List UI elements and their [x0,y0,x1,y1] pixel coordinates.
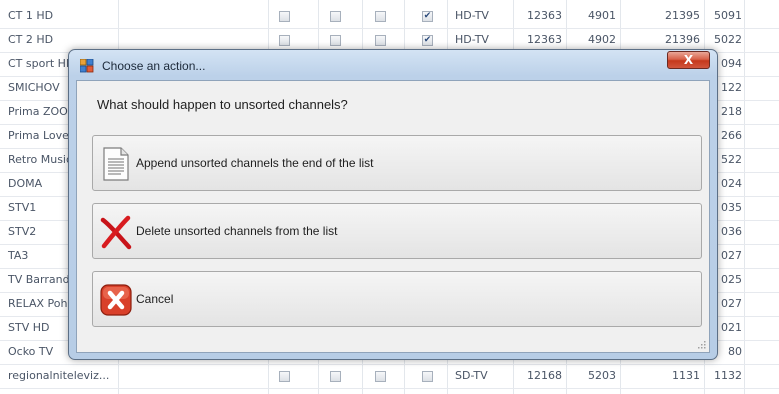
channel-name: Prima Love [8,129,69,142]
channel-cell: 21395 [665,9,700,22]
channel-name: STV1 [8,201,37,214]
document-icon [103,147,129,181]
channel-cell: 12168 [527,369,562,382]
channel-name: Prima ZOOM [8,105,78,118]
channel-row[interactable]: regionalniteleviz... SD-TV 12168 5203 1131 11… [0,365,779,389]
channel-cell: 1132 [714,369,742,382]
channel-checkbox[interactable] [279,11,290,22]
cancel-icon [100,284,132,316]
channel-cell: 5091 [714,9,742,22]
channel-name: SMICHOV [8,81,60,94]
dialog-body: What should happen to unsorted channels?… [76,80,710,353]
channel-checkbox[interactable] [279,371,290,382]
channel-cell: HD-TV [455,33,489,46]
resize-grip-icon[interactable] [696,339,706,349]
channel-checkbox[interactable] [375,371,386,382]
app-icon [80,59,94,73]
cancel-button[interactable]: Cancel [92,271,702,327]
channel-name: STV HD [8,321,50,334]
channel-cell: SD-TV [455,369,488,382]
channel-cell: 4901 [588,9,616,22]
channel-checkbox[interactable] [279,35,290,46]
channel-name: STV2 [8,225,37,238]
channel-checkbox[interactable] [375,35,386,46]
channel-checkbox[interactable] [330,35,341,46]
channel-checkbox[interactable] [422,371,433,382]
cancel-label: Cancel [136,292,174,306]
dialog-titlebar[interactable]: Choose an action... X [69,50,717,80]
append-unsorted-label: Append unsorted channels the end of the … [136,156,374,170]
channel-name: Retro Music [8,153,73,166]
channel-cell: 21396 [665,33,700,46]
channel-name: regionalniteleviz... [8,369,110,382]
channel-cell: 12363 [527,9,562,22]
channel-row[interactable]: CT 1 HD ✔ HD-TV 12363 4901 21395 5091 [0,5,779,29]
channel-checkbox[interactable]: ✔ [422,11,433,22]
channel-checkbox[interactable]: ✔ [422,35,433,46]
delete-unsorted-label: Delete unsorted channels from the list [136,224,338,238]
channel-name: TA3 [8,249,29,262]
channel-cell: 5022 [714,33,742,46]
channel-checkbox[interactable] [330,371,341,382]
channel-checkbox[interactable] [330,11,341,22]
channel-cell: 5203 [588,369,616,382]
channel-cell: 1131 [672,369,700,382]
red-x-icon [100,215,132,250]
channel-checkbox[interactable] [375,11,386,22]
channel-cell: HD-TV [455,9,489,22]
choose-action-dialog: Choose an action... X What should happen… [68,49,718,360]
channel-name: DOMA [8,177,43,190]
dialog-question: What should happen to unsorted channels? [97,97,348,112]
channel-name: CT 2 HD [8,33,54,46]
channel-name: CT 1 HD [8,9,54,22]
dialog-title: Choose an action... [102,59,206,73]
delete-unsorted-button[interactable]: Delete unsorted channels from the list [92,203,702,259]
channel-name: Ocko TV [8,345,54,358]
channel-name: CT sport HD [8,57,75,70]
channel-cell: 4902 [588,33,616,46]
channel-cell: 12363 [527,33,562,46]
append-unsorted-button[interactable]: Append unsorted channels the end of the … [92,135,702,191]
close-button[interactable]: X [667,51,710,69]
